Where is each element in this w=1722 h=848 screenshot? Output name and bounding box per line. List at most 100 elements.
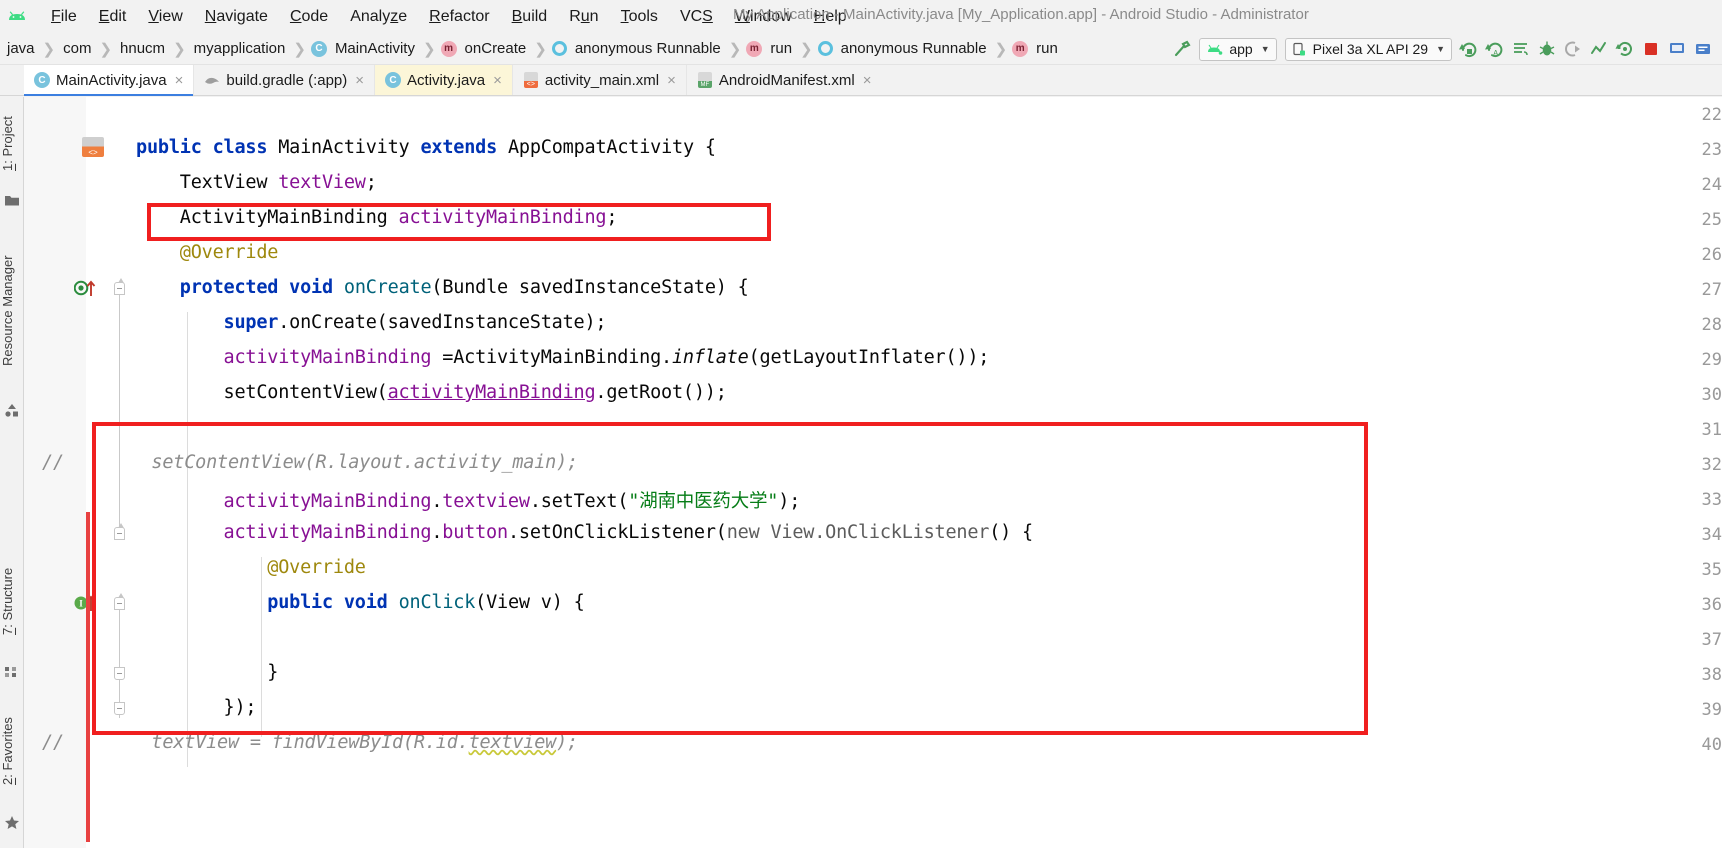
avd-manager-icon[interactable] (1664, 36, 1690, 62)
window-title: My Application - MainActivity.java [My_A… (733, 6, 1309, 23)
gradle-icon (204, 72, 220, 88)
code-line-30[interactable]: setContentView(activityMainBinding.getRo… (136, 382, 727, 403)
breadcrumb-item-run-2[interactable]: run (1033, 40, 1061, 57)
code-line-28[interactable]: super.onCreate(savedInstanceState); (136, 312, 607, 333)
code-line-24[interactable]: TextView textView; (136, 172, 377, 193)
code-line-22[interactable] (136, 102, 147, 123)
apply-changes-icon[interactable] (1456, 36, 1482, 62)
close-icon[interactable]: × (667, 72, 676, 89)
menu-file[interactable]: File (40, 6, 88, 28)
breadcrumb-item-mainactivity[interactable]: MainActivity (332, 40, 418, 57)
method-icon: m (440, 40, 457, 57)
hammer-icon[interactable] (1169, 36, 1195, 62)
menu-code[interactable]: Code (279, 6, 339, 28)
breadcrumb-item-anonymous-runnable-2[interactable]: anonymous Runnable (838, 40, 990, 57)
code-line-27[interactable]: protected void onCreate(Bundle savedInst… (136, 277, 749, 298)
menu-view[interactable]: View (137, 6, 193, 28)
bean-class-marker-icon[interactable]: <> (82, 137, 104, 157)
tab-activity-java[interactable]: C Activity.java × (375, 65, 513, 95)
sidebar-item-favorites[interactable]: 2: Favorites (0, 695, 24, 807)
runnable-icon (817, 41, 833, 56)
close-icon[interactable]: × (175, 72, 184, 89)
tab-build-gradle[interactable]: build.gradle (:app) × (194, 65, 376, 95)
attach-debugger-icon[interactable] (1560, 36, 1586, 62)
fold-handle-line36[interactable] (114, 593, 125, 610)
manifest-xml-icon: MF (697, 72, 713, 88)
favorites-star-icon (4, 815, 20, 831)
menu-edit[interactable]: Edit (88, 6, 138, 28)
tab-activity-main-xml[interactable]: <> activity_main.xml × (513, 65, 687, 95)
breadcrumb-item-hnucm[interactable]: hnucm (117, 40, 168, 57)
code-line-39[interactable]: }); (136, 697, 257, 718)
code-line-23[interactable]: public class MainActivity extends AppCom… (136, 137, 716, 158)
sdk-manager-icon[interactable] (1690, 36, 1716, 62)
fold-handle-line38[interactable] (114, 667, 125, 680)
breadcrumb-item-run-1[interactable]: run (767, 40, 795, 57)
menu-tools[interactable]: Tools (610, 6, 669, 28)
code-editor[interactable]: 22 23 24 25 26 27 28 29 30 31 32 33 34 3… (24, 97, 1722, 848)
tab-androidmanifest-xml[interactable]: MF AndroidManifest.xml × (687, 65, 882, 95)
apply-code-changes-icon[interactable]: A (1482, 36, 1508, 62)
navigation-toolbar: java ❯ com ❯ hnucm ❯ myapplication ❯ C M… (0, 33, 1722, 65)
code-line-38[interactable]: } (136, 662, 278, 683)
sidebar-item-label: 1: Project (0, 116, 15, 172)
resource-manager-icon (4, 403, 20, 419)
tab-label: Activity.java (407, 71, 486, 89)
code-line-40[interactable]: // textView = findViewById(R.id.textview… (42, 732, 578, 753)
code-line-36[interactable]: public void onClick(View v) { (136, 592, 584, 613)
menu-build[interactable]: Build (501, 6, 559, 28)
close-icon[interactable]: × (493, 72, 502, 89)
breadcrumb-item-oncreate[interactable]: onCreate (462, 40, 530, 57)
code-line-26[interactable]: @Override (136, 242, 279, 263)
chevron-down-icon: ▼ (1436, 44, 1445, 54)
code-line-29[interactable]: activityMainBinding =ActivityMainBinding… (136, 347, 990, 368)
fold-handle-line34[interactable] (114, 523, 125, 540)
logcat-icon[interactable] (1508, 36, 1534, 62)
menu-navigate[interactable]: Navigate (194, 6, 279, 28)
close-icon[interactable]: × (863, 72, 872, 89)
sidebar-item-resource-manager[interactable]: Resource Manager (0, 225, 24, 397)
code-line-31[interactable] (136, 417, 147, 438)
code-text-area[interactable]: public class MainActivity extends AppCom… (42, 97, 1722, 848)
breadcrumb-item-anonymous-runnable-1[interactable]: anonymous Runnable (572, 40, 724, 57)
layout-xml-icon: <> (523, 72, 539, 88)
stop-square-icon[interactable] (1638, 36, 1664, 62)
menu-vcs[interactable]: VCS (669, 6, 724, 28)
device-selector[interactable]: Pixel 3a XL API 29 ▼ (1284, 37, 1452, 61)
breadcrumb: java ❯ com ❯ hnucm ❯ myapplication ❯ C M… (4, 40, 1061, 58)
breadcrumb-item-com[interactable]: com (60, 40, 94, 57)
java-class-icon: C (385, 72, 402, 88)
close-icon[interactable]: × (355, 72, 364, 89)
code-line-32[interactable]: // setContentView(R.layout.activity_main… (42, 452, 578, 473)
code-line-34[interactable]: activityMainBinding.button.setOnClickLis… (136, 522, 1034, 543)
code-line-25[interactable]: ActivityMainBinding activityMainBinding; (136, 207, 618, 228)
phone-icon (1293, 42, 1305, 55)
device-label: Pixel 3a XL API 29 (1312, 41, 1429, 57)
breadcrumb-item-myapplication[interactable]: myapplication (191, 40, 289, 57)
code-line-37[interactable] (136, 627, 147, 648)
run-method-marker-icon[interactable] (73, 279, 100, 297)
breadcrumb-chevron-icon: ❯ (173, 40, 186, 58)
menu-refactor[interactable]: Refactor (418, 6, 500, 28)
fold-handle-line27[interactable] (114, 278, 125, 295)
menu-bar: File Edit View Navigate Code Analyze Ref… (0, 0, 1722, 33)
code-line-35[interactable]: @Override (136, 557, 366, 578)
profiler-icon[interactable] (1586, 36, 1612, 62)
sync-gradle-icon[interactable] (1612, 36, 1638, 62)
code-line-33[interactable]: activityMainBinding.textview.setText("湖南… (136, 487, 801, 513)
sidebar-item-project[interactable]: 1: Project (0, 101, 24, 187)
bug-icon[interactable] (1534, 36, 1560, 62)
breadcrumb-chevron-icon: ❯ (800, 40, 813, 58)
run-configuration-selector[interactable]: app ▼ (1199, 37, 1277, 61)
menu-analyze[interactable]: Analyze (339, 6, 418, 28)
sidebar-item-structure[interactable]: 7: Structure (0, 545, 24, 657)
android-head-icon (1208, 44, 1223, 55)
fold-handle-line39[interactable] (114, 702, 125, 715)
sidebar-item-label: 2: Favorites (0, 717, 15, 785)
vcs-change-marker[interactable] (86, 512, 90, 842)
tab-mainactivity-java[interactable]: C MainActivity.java × (24, 65, 195, 96)
breadcrumb-chevron-icon: ❯ (728, 40, 742, 58)
menu-run[interactable]: Run (558, 6, 609, 28)
tab-label: activity_main.xml (544, 71, 660, 89)
breadcrumb-item-java[interactable]: java (4, 40, 38, 57)
